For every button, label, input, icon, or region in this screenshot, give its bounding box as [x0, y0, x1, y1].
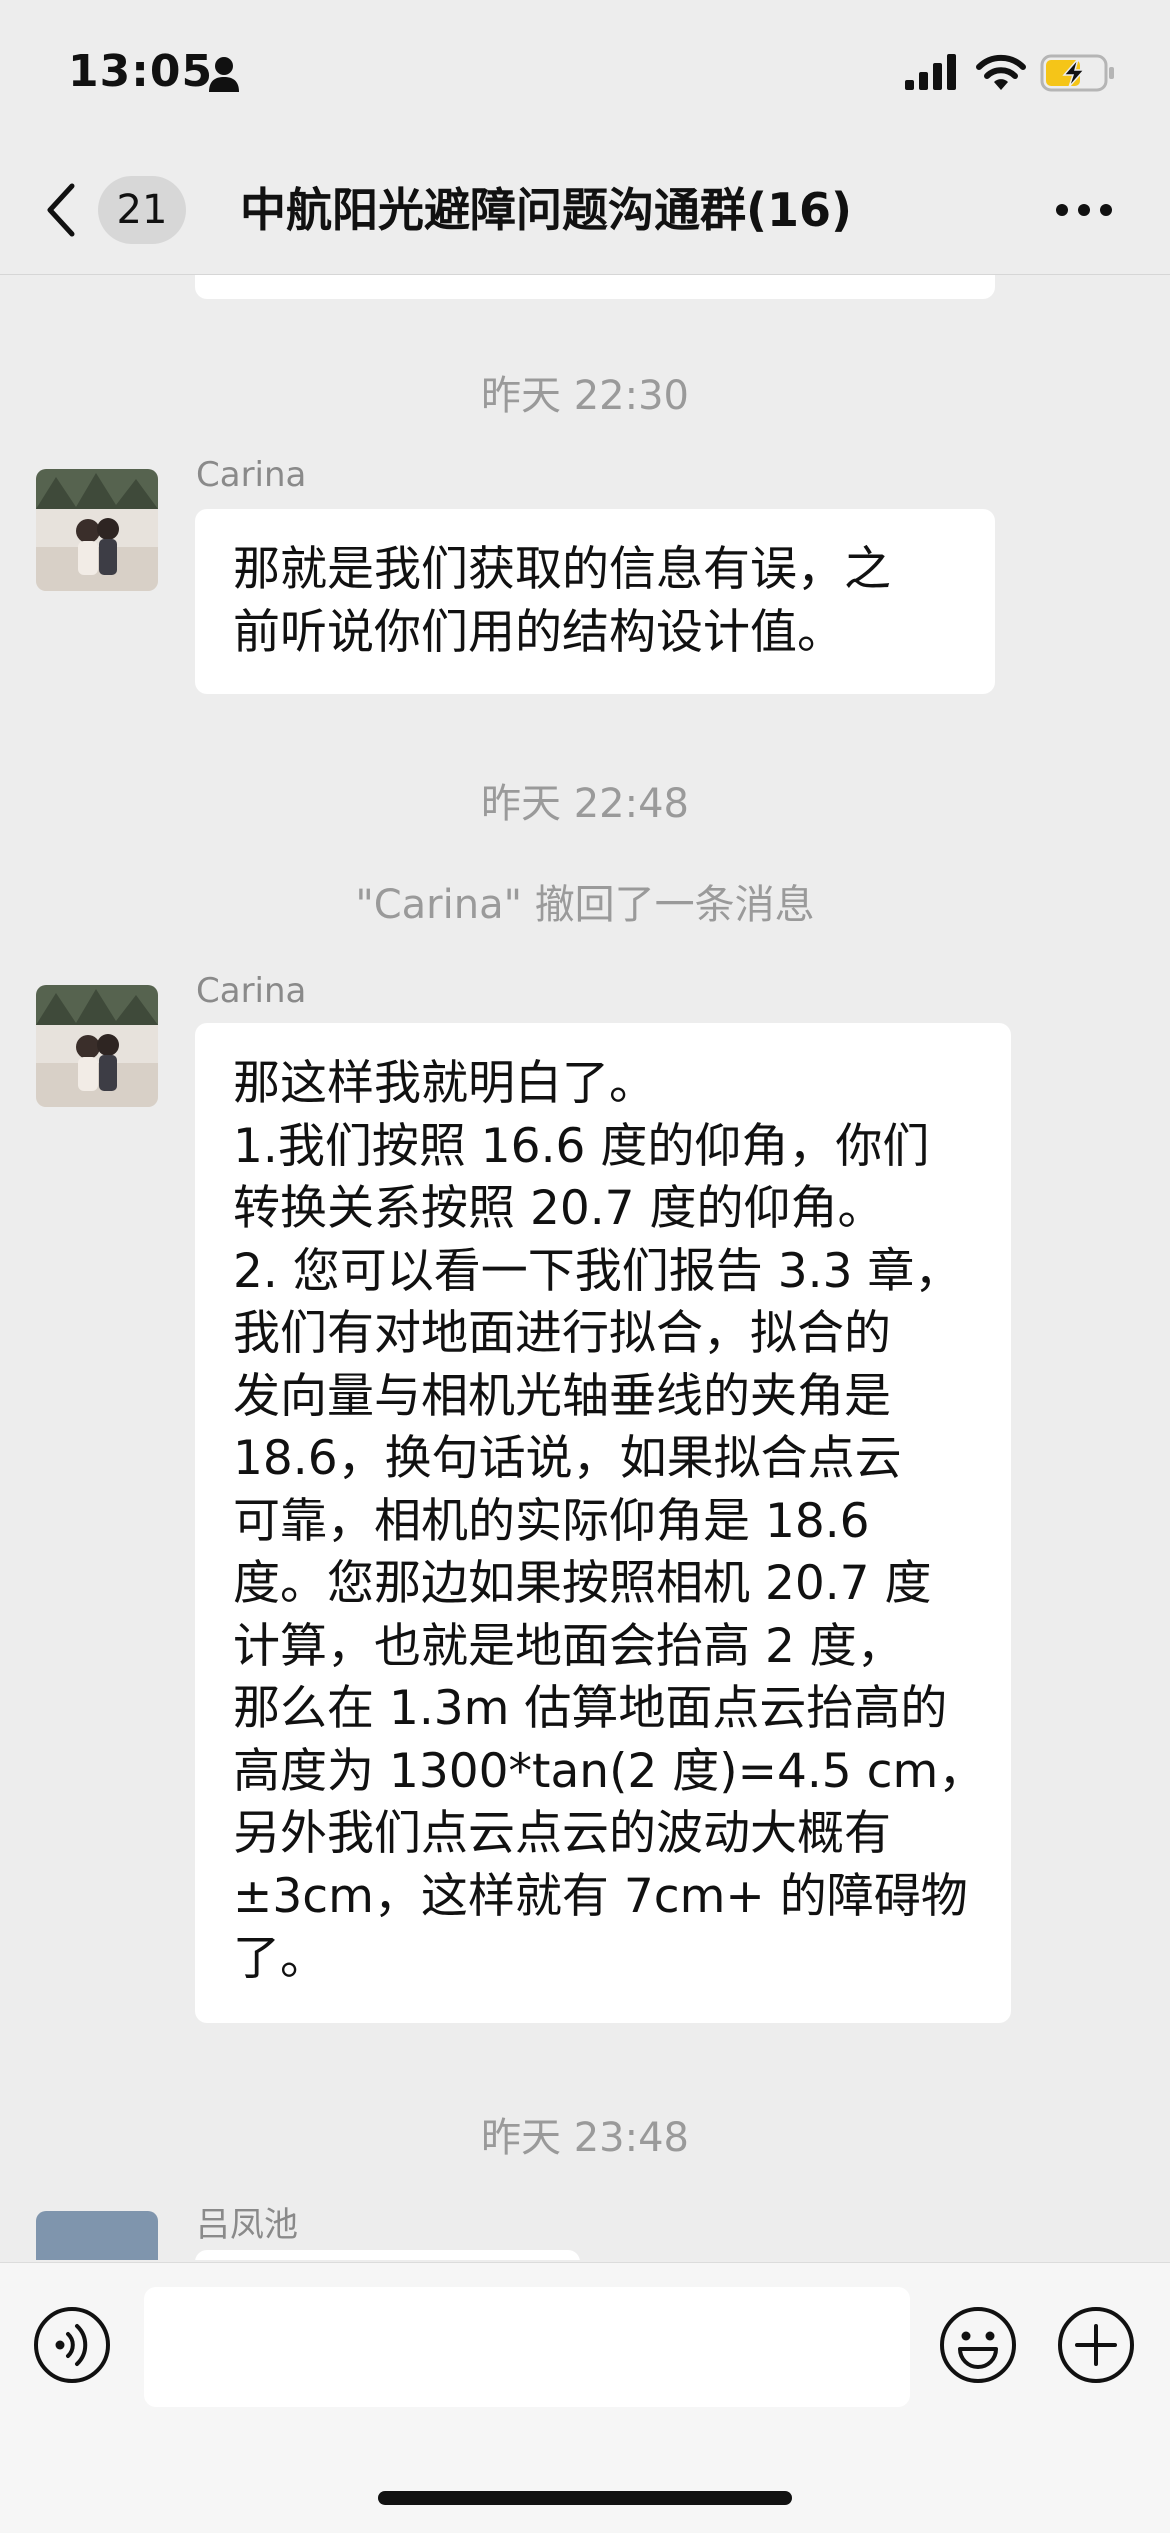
signal-icon [905, 54, 956, 90]
message-line: 可靠，相机的实际仰角是 18.6 [233, 1493, 870, 1549]
message-line: 那么在 1.3m 估算地面点云抬高的 [233, 1681, 948, 1736]
message-bubble[interactable] [195, 2250, 580, 2260]
sender-name: 吕凤池 [196, 2205, 298, 2245]
plus-icon[interactable] [1056, 2305, 1136, 2385]
message-line: 了。 [233, 1931, 327, 1986]
input-bar [0, 2262, 1170, 2533]
message-list[interactable]: 昨天 22:30 Carina 那就是我们获取的信息有误，之 前听说你们用的结构… [0, 275, 1170, 2260]
sender-name: Carina [196, 971, 307, 1011]
message-line: 计算，也就是地面会抬高 2 度， [233, 1618, 904, 1674]
message-bubble[interactable]: 那这样我就明白了。 1.我们按照 16.6 度的仰角，你们 转换关系按照 20.… [195, 1023, 1011, 2023]
avatar[interactable] [36, 985, 158, 1107]
message-line: 前听说你们用的结构设计值。 [233, 604, 844, 660]
message-line: 发向量与相机光轴垂线的夹角是 [233, 1368, 891, 1424]
message-line: 转换关系按照 20.7 度的仰角。 [233, 1181, 885, 1236]
unread-count-badge[interactable]: 21 [98, 176, 186, 244]
emoji-icon[interactable] [938, 2305, 1018, 2385]
message-input[interactable] [144, 2287, 910, 2407]
wifi-icon [976, 54, 1026, 90]
message-line: 18.6，换句话说，如果拟合点云 [233, 1431, 902, 1486]
message-line: ±3cm，这样就有 7cm+ 的障碍物 [233, 1868, 968, 1924]
chat-header: 21 中航阳光避障问题沟通群(16) [0, 150, 1170, 275]
message-line: 2. 您可以看一下我们报告 3.3 章， [233, 1243, 962, 1299]
avatar[interactable] [36, 469, 158, 591]
voice-icon[interactable] [32, 2305, 112, 2385]
home-indicator[interactable] [378, 2491, 792, 2505]
message-timestamp: 昨天 22:30 [481, 373, 689, 419]
message-line: 我们有对地面进行拟合，拟合的 [233, 1306, 891, 1361]
battery-charging-icon [1040, 54, 1114, 92]
sender-name: Carina [196, 455, 307, 495]
group-title: 中航阳光避障问题沟通群(16) [240, 183, 853, 237]
recall-notice: "Carina" 撤回了一条消息 [355, 882, 815, 928]
status-bar: 13:05 [0, 0, 1170, 150]
message-line: 那就是我们获取的信息有误，之 [233, 542, 891, 597]
message-line: 1.我们按照 16.6 度的仰角，你们 [233, 1118, 930, 1174]
more-dots-icon[interactable] [1054, 202, 1114, 218]
person-icon [209, 57, 239, 92]
message-line: 度。您那边如果按照相机 20.7 度 [233, 1556, 932, 1611]
message-bubble[interactable]: 那就是我们获取的信息有误，之 前听说你们用的结构设计值。 [195, 509, 995, 694]
message-line: 另外我们点云点云的波动大概有 [233, 1806, 891, 1861]
partial-message-bubble[interactable] [195, 275, 995, 299]
back-chevron-icon[interactable] [40, 178, 80, 242]
message-line: 高度为 1300*tan(2 度)=4.5 cm， [233, 1743, 986, 1799]
avatar[interactable] [36, 2211, 158, 2260]
status-time: 13:05 [68, 46, 214, 97]
message-line: 那这样我就明白了。 [233, 1056, 656, 1111]
message-timestamp: 昨天 22:48 [481, 781, 689, 827]
message-timestamp: 昨天 23:48 [481, 2115, 689, 2161]
